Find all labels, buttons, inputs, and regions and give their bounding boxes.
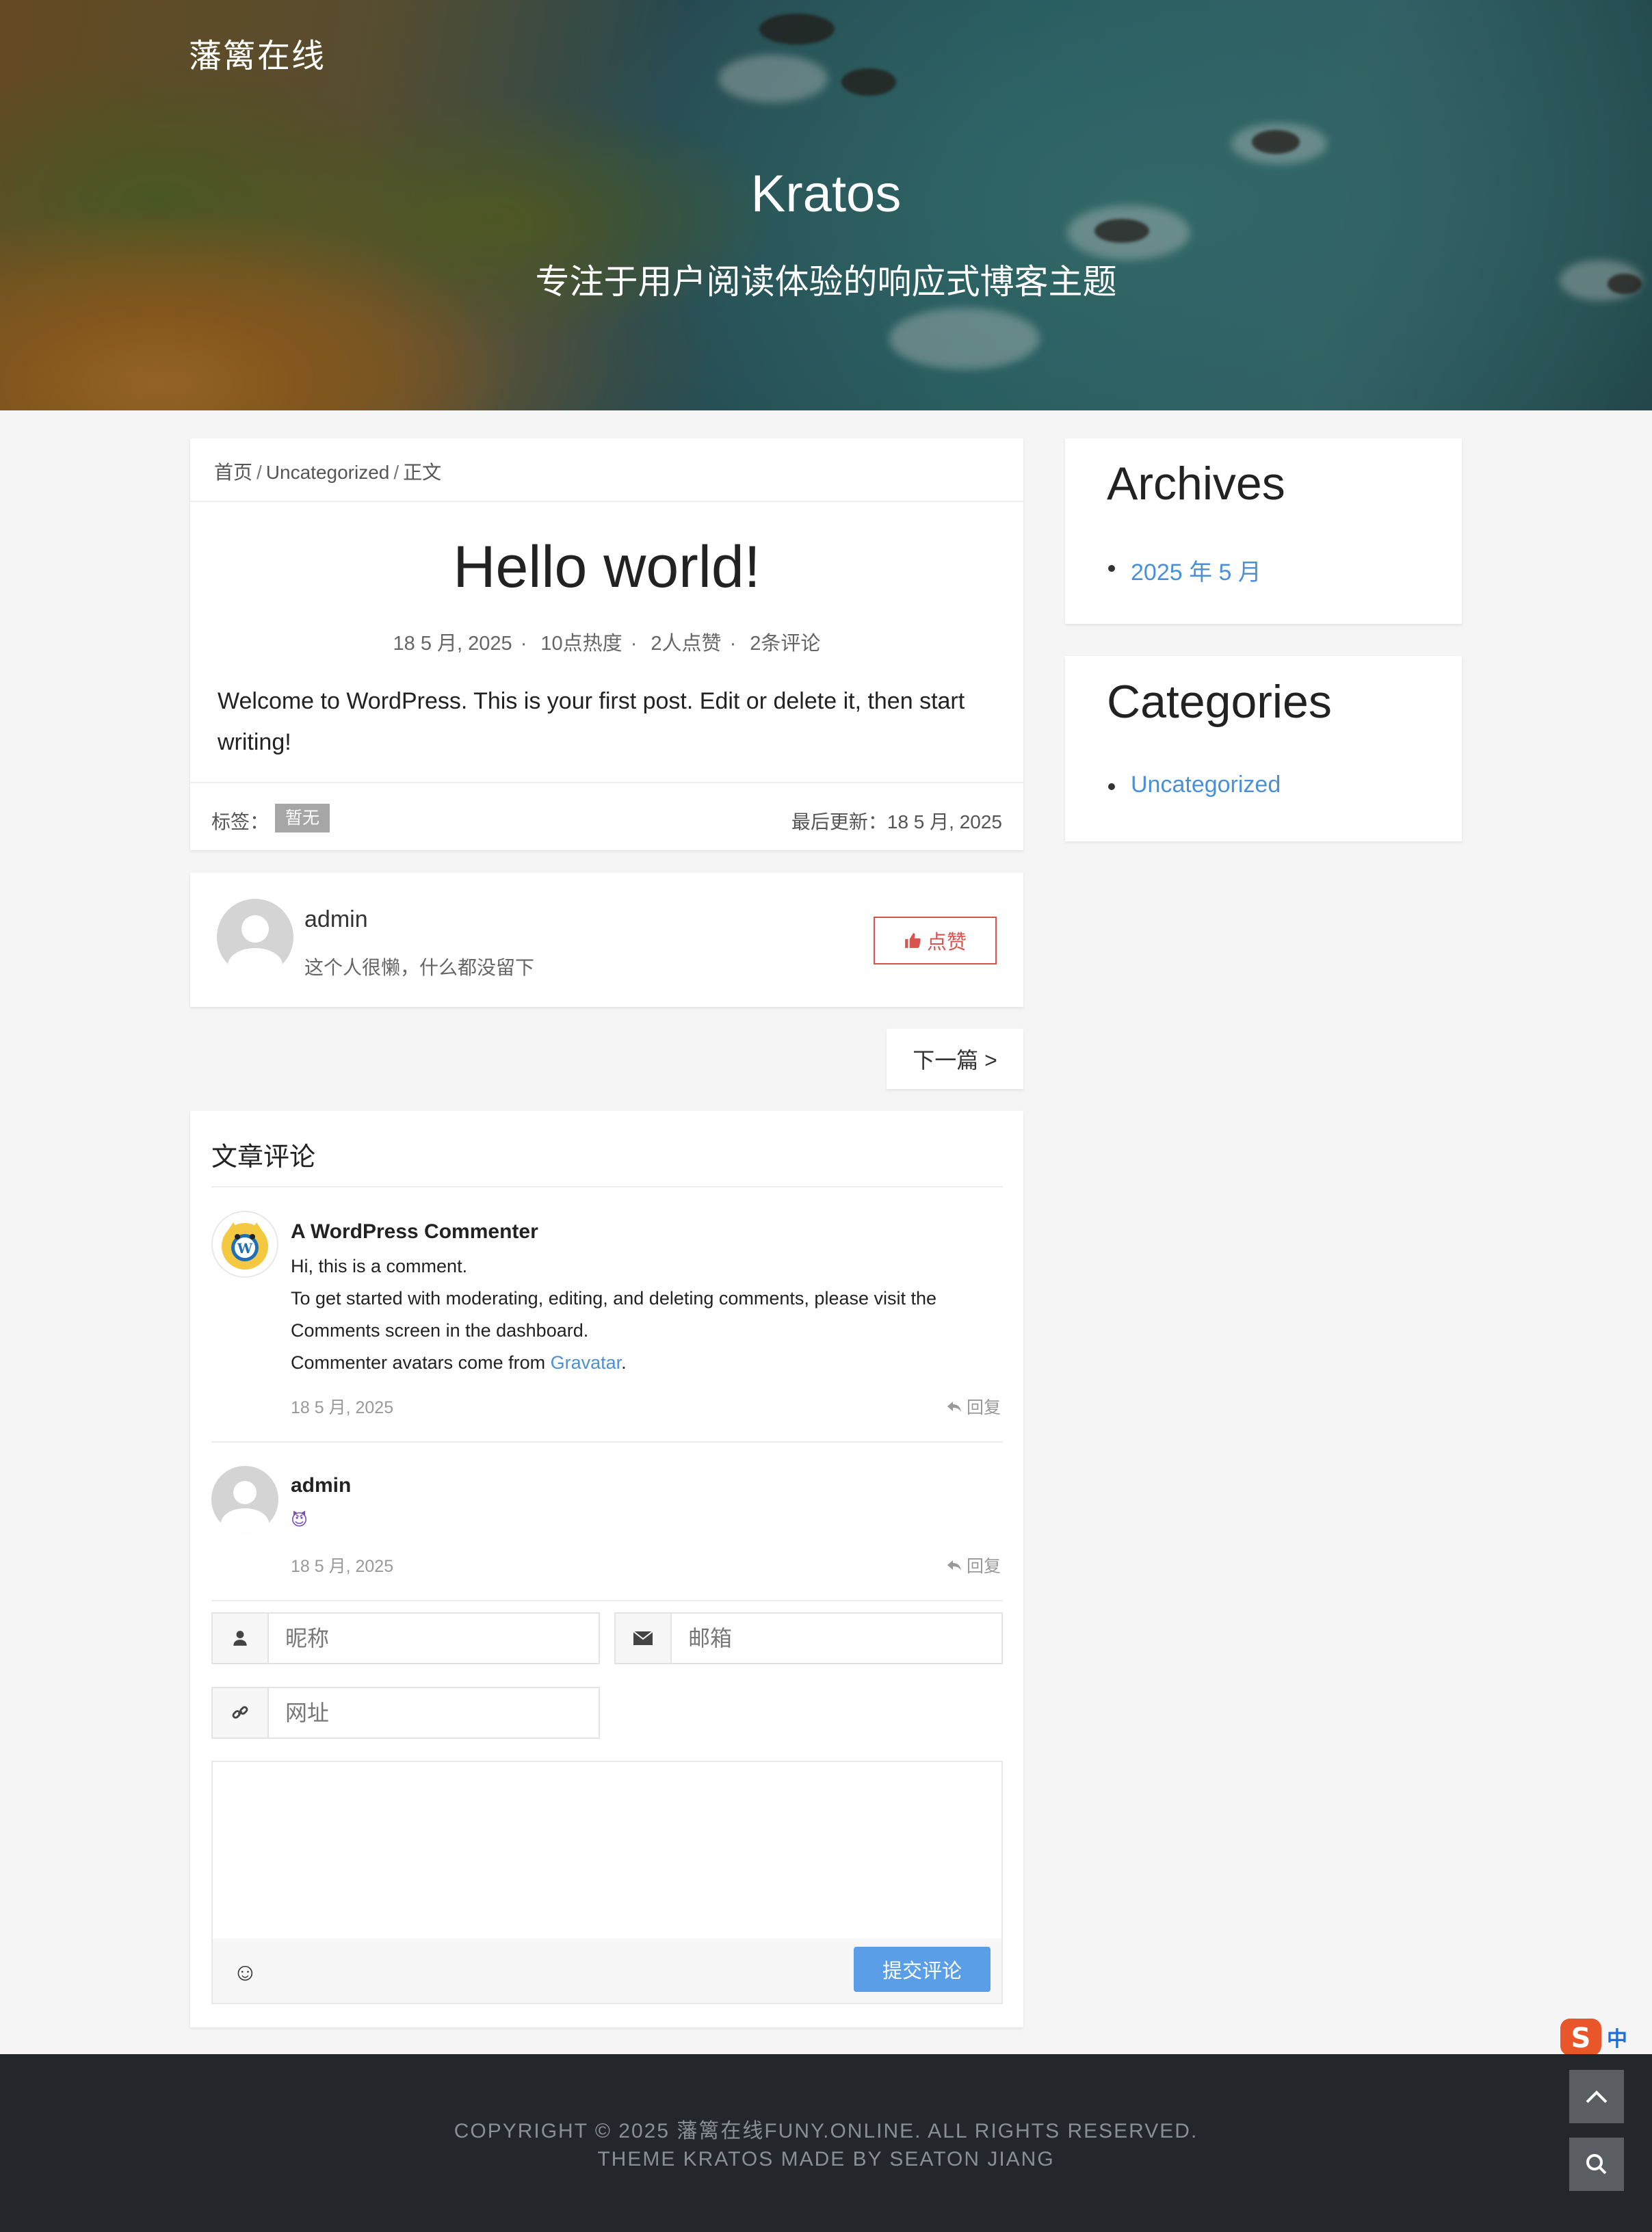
post-views: 10点热度 <box>540 633 622 655</box>
meta-sep: · <box>729 633 737 655</box>
breadcrumb-category[interactable]: Uncategorized <box>266 462 390 483</box>
ime-mode: 中 <box>1607 2028 1627 2051</box>
gravatar-link[interactable]: Gravatar <box>551 1352 622 1373</box>
envelope-icon <box>616 1614 672 1663</box>
site-logo[interactable]: 藩篱在线 <box>189 29 326 77</box>
post-comments-count[interactable]: 2条评论 <box>750 633 820 655</box>
comment-textarea[interactable] <box>213 1762 1001 1940</box>
comment-line: Commenter avatars come from Gravatar. <box>291 1347 1009 1379</box>
ime-indicator[interactable]: S 中 <box>1559 2017 1652 2058</box>
wapuu-avatar-icon: W <box>222 1222 268 1270</box>
post-title: Hello world! <box>453 534 761 600</box>
hero-banner: 藩篱在线 Kratos 专注于用户阅读体验的响应式博客主题 <box>0 0 1652 410</box>
like-button[interactable]: 点赞 <box>874 917 997 964</box>
reply-label: 回复 <box>967 1398 1001 1417</box>
breadcrumb-current: 正文 <box>403 462 442 483</box>
reply-icon <box>947 1560 961 1571</box>
hero-title: Kratos <box>750 165 902 223</box>
post-likes: 2人点赞 <box>651 633 722 655</box>
like-label: 点赞 <box>926 932 967 954</box>
post-date: 18 5 月, 2025 <box>393 633 512 655</box>
comment-date: 18 5 月, 2025 <box>291 1557 394 1576</box>
footer-credit: THEME KRATOS MADE BY SEATON JIANG <box>597 2148 1055 2170</box>
archives-title: Archives <box>1107 458 1285 510</box>
breadcrumb-home[interactable]: 首页 <box>214 462 252 483</box>
search-button[interactable] <box>1569 2138 1624 2191</box>
commenter-avatar <box>211 1466 278 1533</box>
comment-author: admin <box>291 1474 352 1497</box>
hero-subtitle: 专注于用户阅读体验的响应式博客主题 <box>535 263 1117 301</box>
meta-sep: · <box>520 633 527 655</box>
submit-comment-button[interactable]: 提交评论 <box>854 1947 991 1992</box>
reply-button[interactable]: 回复 <box>946 1553 1001 1577</box>
search-icon <box>1586 2154 1607 2175</box>
comments-title: 文章评论 <box>211 1143 316 1172</box>
nickname-input[interactable] <box>269 1614 599 1663</box>
comment-line: Comments screen in the dashboard. <box>291 1320 589 1341</box>
comment-author: A WordPress Commenter <box>291 1220 538 1243</box>
breadcrumb-sep: / <box>257 462 262 483</box>
email-field <box>614 1612 1003 1664</box>
comment-line: To get started with moderating, editing,… <box>291 1288 937 1309</box>
url-field <box>211 1687 600 1739</box>
reply-label: 回复 <box>967 1557 1001 1576</box>
breadcrumb-sep: / <box>393 462 399 483</box>
link-icon <box>213 1688 269 1737</box>
author-avatar <box>217 899 293 975</box>
author-bio: 这个人很懒，什么都没留下 <box>304 957 535 978</box>
divider <box>211 1600 1003 1601</box>
meta-sep: · <box>630 633 638 655</box>
chevron-up-icon <box>1586 2090 1608 2103</box>
comment-line: Hi, this is a comment. <box>291 1256 468 1276</box>
tags-label: 标签： <box>211 811 270 832</box>
sogou-logo-icon: S <box>1560 2019 1601 2056</box>
nickname-field <box>211 1612 600 1664</box>
url-input[interactable] <box>269 1688 599 1737</box>
comment-date: 18 5 月, 2025 <box>291 1398 394 1417</box>
last-updated: 最后更新：18 5 月, 2025 <box>791 811 1002 832</box>
list-bullet <box>1108 565 1115 572</box>
next-post-button[interactable]: 下一篇 > <box>887 1029 1023 1089</box>
reply-button[interactable]: 回复 <box>946 1394 1001 1419</box>
user-icon <box>213 1614 269 1663</box>
email-input[interactable] <box>672 1614 1001 1663</box>
category-link[interactable]: Uncategorized <box>1131 772 1281 798</box>
commenter-avatar: W <box>211 1211 278 1278</box>
reply-icon <box>947 1402 961 1412</box>
divider <box>190 501 1023 502</box>
author-name[interactable]: admin <box>304 906 368 933</box>
divider <box>190 782 1023 783</box>
back-to-top-button[interactable] <box>1569 2070 1624 2123</box>
post-content: Welcome to WordPress. This is your first… <box>218 688 965 755</box>
svg-text:S: S <box>1571 2023 1591 2054</box>
tag-badge: 暂无 <box>275 804 330 832</box>
emoji-picker-icon[interactable]: ☺ <box>233 1958 258 1986</box>
breadcrumb: 首页 / Uncategorized / 正文 <box>214 458 441 485</box>
comment-text-fragment: . <box>621 1352 627 1373</box>
categories-title: Categories <box>1107 676 1332 728</box>
comment-emoji: 😈 <box>291 1511 309 1529</box>
post-meta: 18 5 月, 2025 · 10点热度 · 2人点赞 · 2条评论 <box>190 627 1023 656</box>
thumbs-up-icon <box>905 933 921 948</box>
divider <box>211 1186 1003 1187</box>
comment-text-fragment: Commenter avatars come from <box>291 1352 551 1373</box>
footer-copyright: COPYRIGHT © 2025 藩篱在线FUNY.ONLINE. ALL RI… <box>454 2120 1198 2142</box>
archive-link[interactable]: 2025 年 5 月 <box>1131 553 1261 587</box>
divider <box>211 1441 1003 1443</box>
comment-text: Hi, this is a comment. To get started wi… <box>291 1250 1009 1379</box>
list-bullet <box>1108 783 1115 790</box>
svg-text:W: W <box>237 1240 253 1257</box>
